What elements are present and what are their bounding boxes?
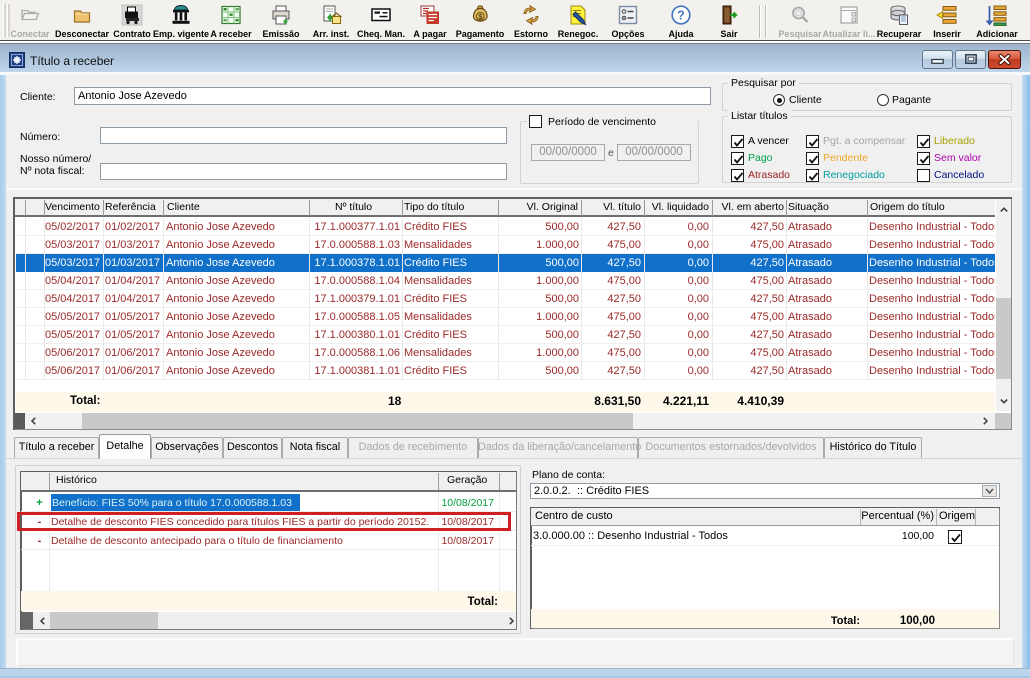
svg-text:?: ? xyxy=(677,9,685,23)
